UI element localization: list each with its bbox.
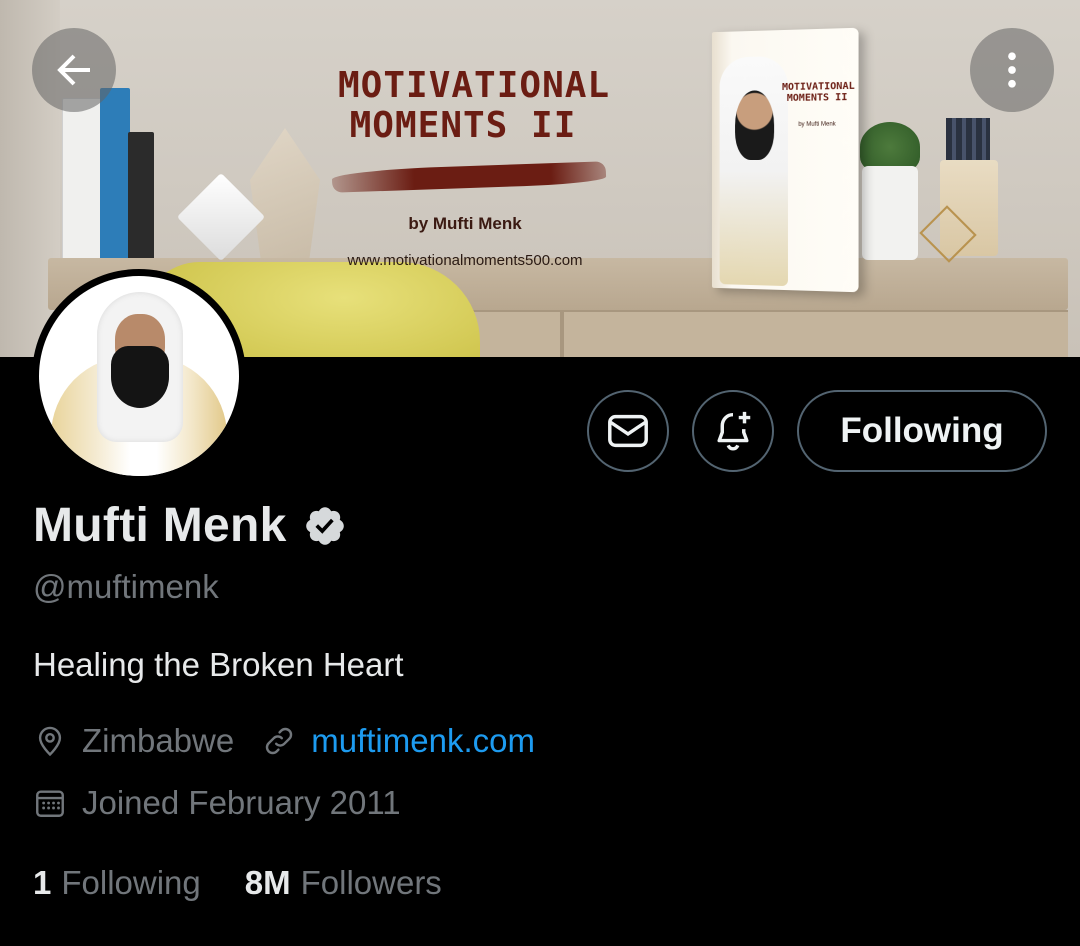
book-cover-portrait — [735, 90, 775, 160]
profile-bio: Healing the Broken Heart — [33, 646, 404, 683]
followers-count: 8M — [244, 864, 291, 901]
promo-byline: by Mufti Menk — [408, 214, 522, 233]
profile-stats: 1 Following 8M Followers — [33, 864, 442, 902]
bell-plus-icon — [717, 411, 751, 451]
link-icon — [266, 727, 293, 755]
arrow-left-icon — [57, 54, 90, 86]
following-count: 1 — [33, 864, 52, 901]
profile-join-date: Joined February 2011 — [82, 784, 401, 821]
promo-book-cover: MOTIVATIONAL MOMENTS II by Mufti Menk — [711, 27, 859, 293]
message-button[interactable] — [587, 390, 669, 472]
banner-pens — [946, 118, 990, 164]
profile-name-row: Mufti Menk — [33, 498, 347, 553]
display-name: Mufti Menk — [33, 499, 287, 552]
profile-website-link[interactable]: muftimenk.com — [311, 722, 535, 760]
username-handle: @muftimenk — [33, 568, 219, 605]
promo-brush-stroke — [331, 161, 607, 193]
following-label: Following — [61, 864, 201, 901]
banner-book — [62, 98, 102, 261]
banner-plant — [860, 122, 920, 172]
back-button[interactable] — [32, 28, 116, 112]
verified-badge-icon[interactable] — [303, 504, 347, 548]
banner-decoration — [250, 128, 320, 258]
more-vertical-icon — [1008, 52, 1016, 88]
book-cover-title: MOTIVATIONAL MOMENTS II — [782, 80, 855, 104]
location-pin-icon — [38, 726, 62, 757]
following-stat-link[interactable]: 1 Following — [33, 864, 201, 902]
profile-location: Zimbabwe — [82, 722, 235, 759]
followers-label: Followers — [300, 864, 442, 901]
following-button[interactable]: Following — [797, 390, 1047, 472]
banner-book — [128, 132, 154, 260]
profile-meta-joined-row: Joined February 2011 — [33, 784, 401, 822]
avatar-beard — [111, 346, 169, 408]
calendar-icon — [36, 790, 64, 817]
avatar-image — [39, 276, 239, 476]
notifications-button[interactable] — [692, 390, 774, 472]
envelope-icon — [608, 414, 648, 448]
more-options-button[interactable] — [970, 28, 1054, 112]
avatar[interactable] — [32, 269, 246, 483]
profile-meta-location-row: Zimbabwe muftimenk.com — [33, 722, 535, 760]
followers-stat-link[interactable]: 8M Followers — [245, 864, 442, 902]
promo-url: www.motivationalmoments500.com — [347, 252, 583, 269]
promo-title: MOTIVATIONAL MOMENTS II — [338, 65, 611, 146]
book-cover-byline: by Mufti Menk — [798, 121, 836, 128]
banner-drawer-divider — [560, 310, 564, 357]
banner-book — [100, 88, 130, 260]
banner-plant-pot — [862, 166, 918, 260]
